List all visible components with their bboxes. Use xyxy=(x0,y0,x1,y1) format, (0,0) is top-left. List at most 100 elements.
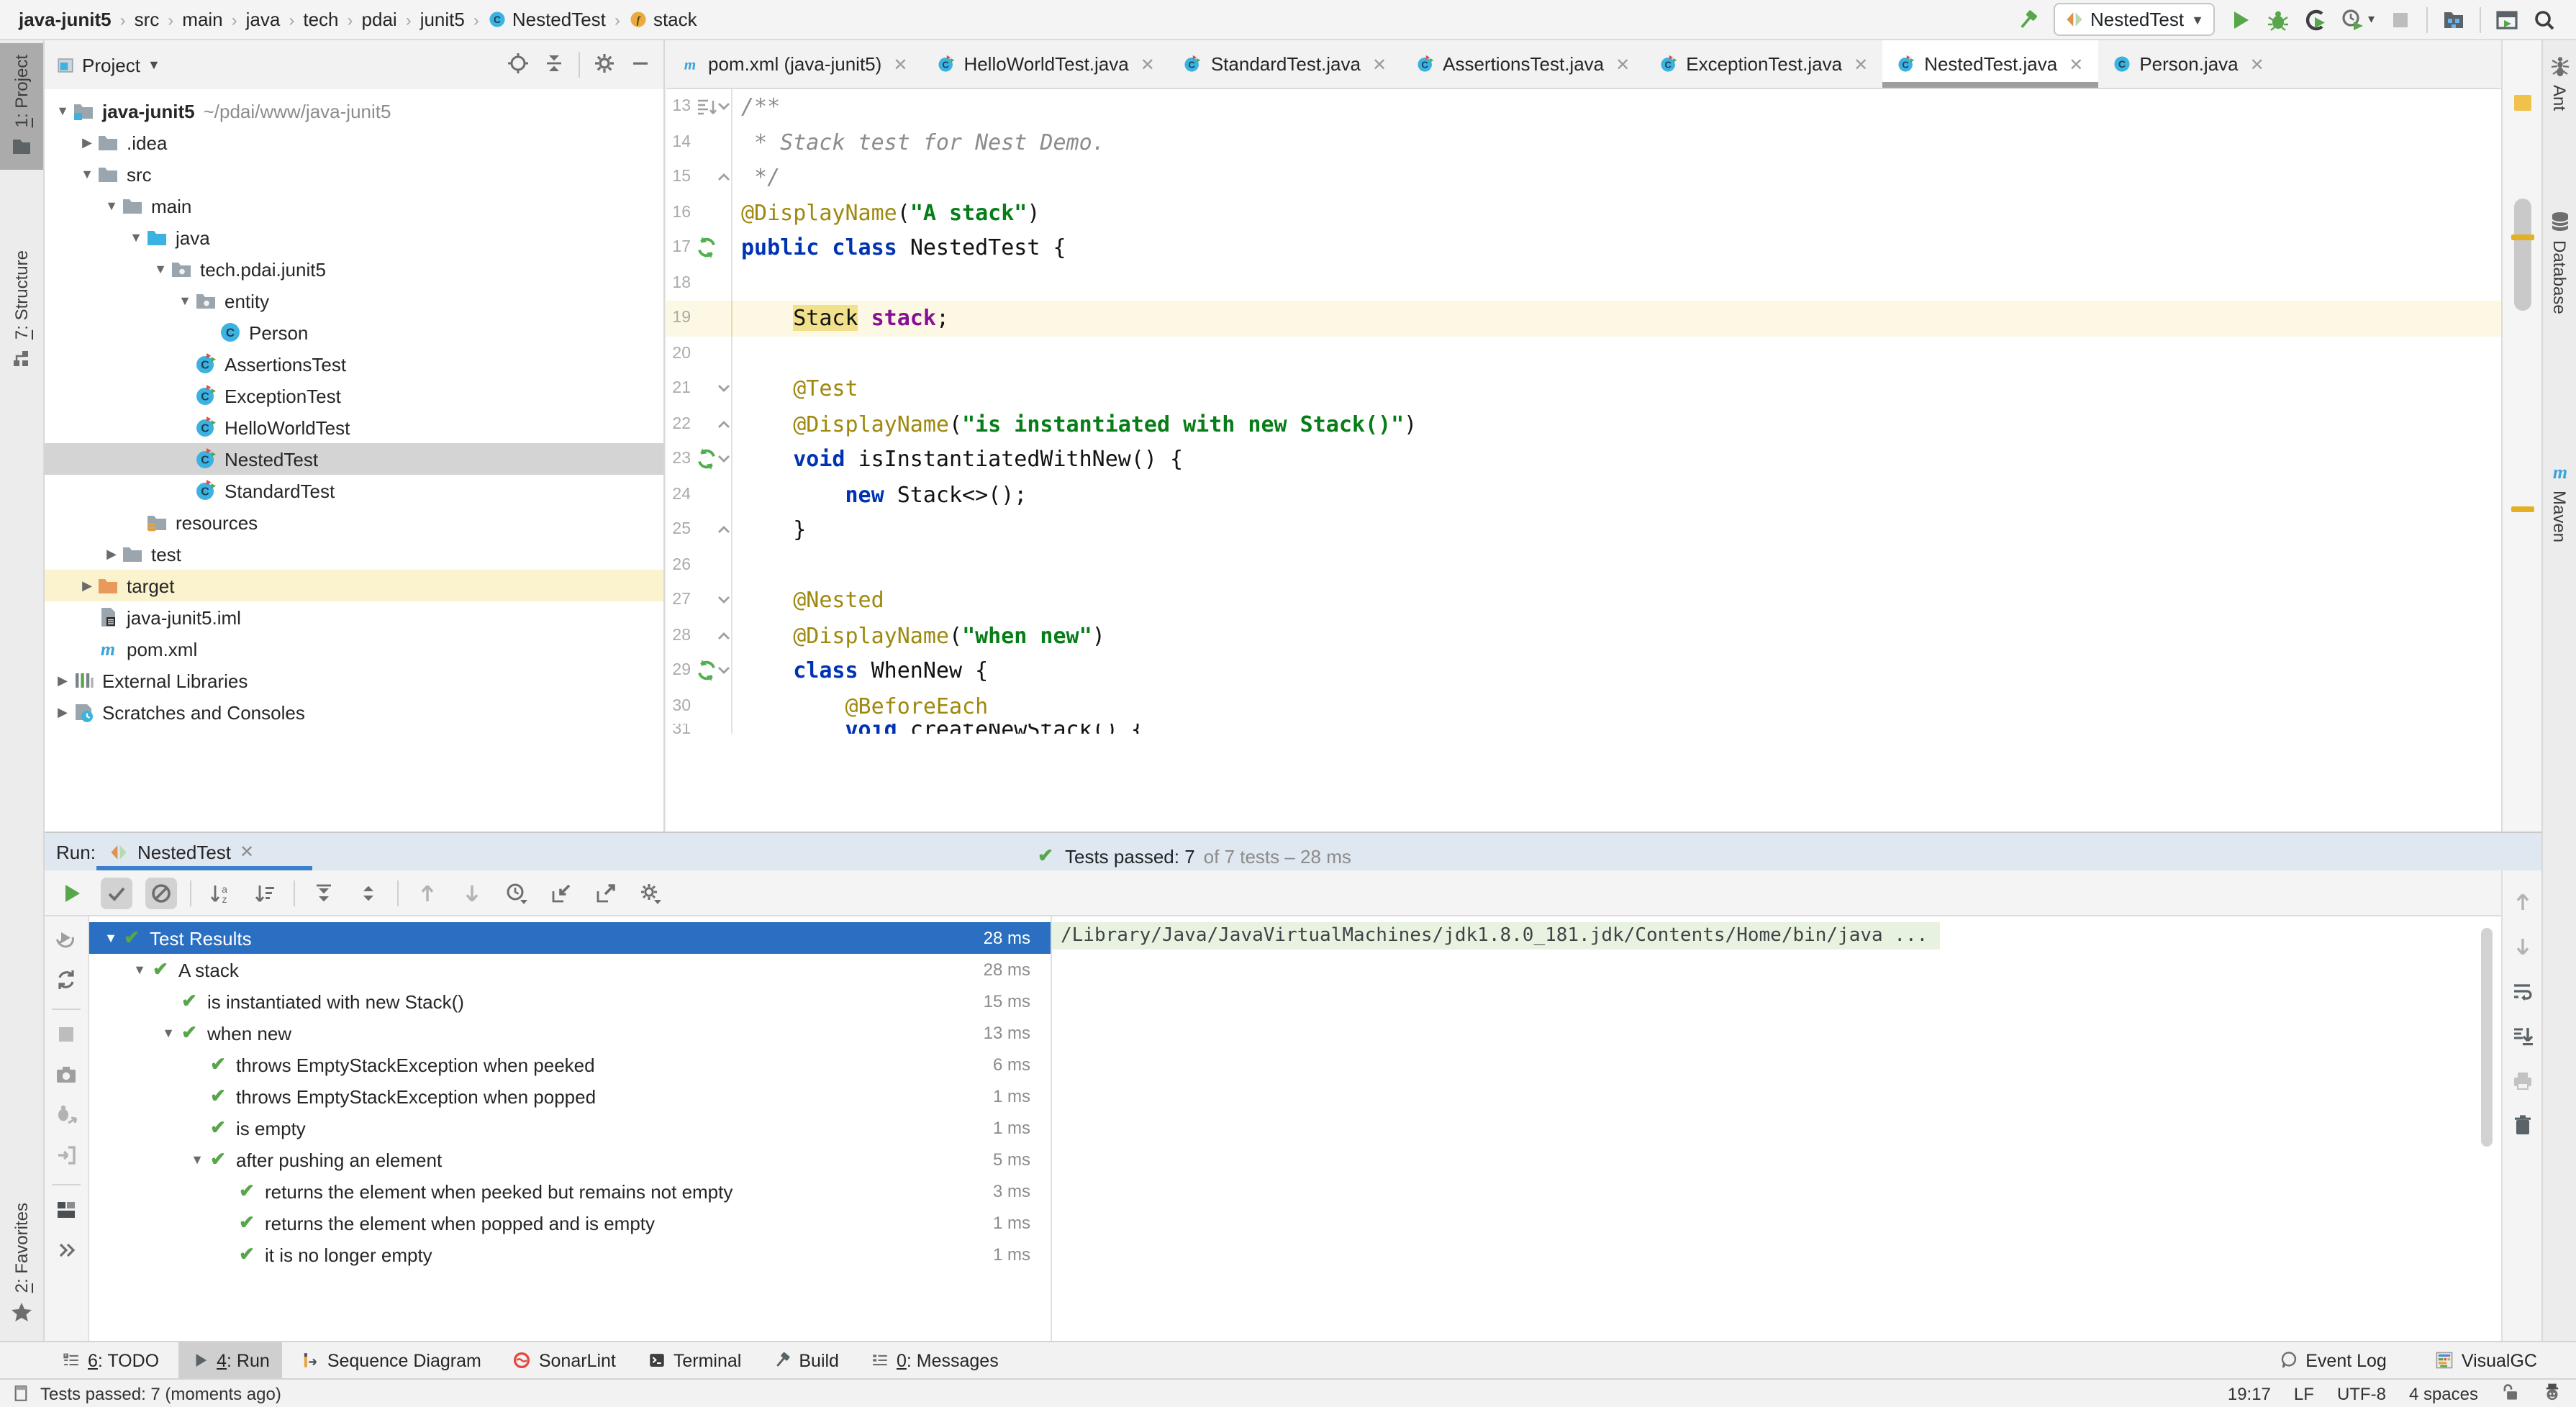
sort-dur-button[interactable] xyxy=(249,877,281,909)
close-icon[interactable]: ✕ xyxy=(1372,54,1387,74)
code-line[interactable]: 20 xyxy=(666,336,2501,371)
exit-button[interactable] xyxy=(55,1144,78,1171)
project-tree-item[interactable]: ▼ java-junit5 ~/pdai/www/java-junit5 xyxy=(45,95,663,127)
arrow-down-button[interactable] xyxy=(2511,935,2534,962)
trash-button[interactable] xyxy=(2511,1114,2534,1141)
code-line[interactable]: 26 xyxy=(666,547,2501,583)
tree-expand-icon[interactable]: ▶ xyxy=(53,673,72,688)
code-line[interactable]: 21 @Test xyxy=(666,371,2501,406)
test-result-row[interactable]: ▼ ✔ Test Results 28 ms xyxy=(89,922,1051,954)
collapse-all2-button[interactable] xyxy=(353,877,384,909)
breadcrumb-item[interactable]: fstack xyxy=(625,7,702,32)
code-line[interactable]: 15 */ xyxy=(666,160,2501,195)
fold-marker[interactable] xyxy=(717,519,731,542)
camera-button[interactable] xyxy=(55,1063,78,1090)
play-green-button[interactable] xyxy=(56,877,88,909)
gutter-run[interactable] xyxy=(695,237,717,260)
tree-expand-icon[interactable]: ▼ xyxy=(130,962,150,977)
project-tree-item[interactable]: ▶ .idea xyxy=(45,127,663,158)
expand-all-button[interactable] xyxy=(308,877,340,909)
build-button[interactable] xyxy=(2015,8,2038,31)
project-tree-item[interactable]: CHelloWorldTest xyxy=(45,411,663,443)
tool-button-event-log[interactable]: Event Log xyxy=(2267,1342,2400,1378)
layout-button[interactable] xyxy=(55,1198,78,1226)
breadcrumb-item[interactable]: java xyxy=(242,7,285,32)
close-icon[interactable]: ✕ xyxy=(893,54,907,74)
run-tab-nestedtest[interactable]: NestedTest ✕ xyxy=(110,841,254,862)
code-line[interactable]: 13 /** xyxy=(666,89,2501,124)
status-widget[interactable]: 19:17 xyxy=(2228,1383,2271,1403)
error-stripe-mark[interactable] xyxy=(2511,234,2534,240)
tree-expand-icon[interactable]: ▶ xyxy=(102,546,121,562)
locate-button[interactable] xyxy=(507,51,530,78)
run-with-coverage-button[interactable] xyxy=(2305,8,2328,31)
close-icon[interactable]: ✕ xyxy=(2250,54,2264,74)
fold-marker[interactable] xyxy=(717,166,731,189)
project-tree-item[interactable]: mpom.xml xyxy=(45,633,663,665)
status-widget[interactable]: LF xyxy=(2294,1383,2314,1403)
tool-stripe-2-favorites[interactable]: 2: Favorites xyxy=(0,1192,43,1335)
debug-button[interactable] xyxy=(2267,8,2290,31)
editor-tab[interactable]: CPerson.java ✕ xyxy=(2097,40,2278,88)
code-line[interactable]: 25 } xyxy=(666,512,2501,547)
tool-stripe-1-project[interactable]: 1: Project xyxy=(0,43,43,169)
tool-stripe-maven[interactable]: mMaven xyxy=(2543,460,2576,542)
tree-expand-icon[interactable]: ▼ xyxy=(151,262,170,276)
code-line[interactable]: 23 void isInstantiatedWithNew() { xyxy=(666,442,2501,477)
tree-expand-icon[interactable]: ▼ xyxy=(101,931,121,945)
tree-expand-icon[interactable]: ▼ xyxy=(176,293,194,308)
breadcrumb-item[interactable]: src xyxy=(130,7,164,32)
code-line[interactable]: 19 Stack stack; xyxy=(666,301,2501,336)
project-tree-item[interactable]: CExceptionTest xyxy=(45,380,663,411)
fold-marker[interactable] xyxy=(717,660,731,683)
profiler-button[interactable]: ▾ xyxy=(2342,8,2375,31)
editor-tab[interactable]: CNestedTest.java ✕ xyxy=(1882,40,2097,88)
chevR-button[interactable] xyxy=(55,1239,78,1266)
project-structure-button[interactable] xyxy=(2442,8,2465,31)
toggle-slash-button[interactable] xyxy=(145,877,177,909)
arrow-up-button[interactable] xyxy=(2511,891,2534,918)
project-tree-item[interactable]: ▶ External Libraries xyxy=(45,665,663,696)
breadcrumb-item[interactable]: CNestedTest xyxy=(484,7,610,32)
project-tree-item[interactable]: resources xyxy=(45,506,663,538)
project-tree-item[interactable]: ▼ src xyxy=(45,158,663,190)
code-line[interactable]: 27 @Nested xyxy=(666,583,2501,618)
breadcrumb-item[interactable]: tech xyxy=(299,7,343,32)
collapse-all-button[interactable] xyxy=(543,51,566,78)
console-scrollbar-thumb[interactable] xyxy=(2481,928,2493,1147)
editor-scrollbar-thumb[interactable] xyxy=(2514,199,2531,311)
test-result-row[interactable]: ✔ returns the element when peeked but re… xyxy=(89,1175,1051,1207)
project-tree-item[interactable]: CNestedTest xyxy=(45,443,663,475)
sort-az-button[interactable]: az xyxy=(204,877,236,909)
editor-tab[interactable]: CExceptionTest.java ✕ xyxy=(1644,40,1882,88)
tool-button-4-run[interactable]: 4: Run xyxy=(178,1342,283,1378)
close-icon[interactable]: ✕ xyxy=(1615,54,1630,74)
stop-button[interactable] xyxy=(2389,8,2412,31)
tree-expand-icon[interactable]: ▶ xyxy=(53,704,72,720)
import-res-button[interactable] xyxy=(545,877,577,909)
tool-button-sequence-diagram[interactable]: Sequence Diagram xyxy=(289,1342,494,1378)
error-stripe-mark[interactable] xyxy=(2514,95,2531,111)
test-result-row[interactable]: ▼ ✔ A stack 28 ms xyxy=(89,954,1051,985)
softwrap-button[interactable] xyxy=(2511,980,2534,1007)
project-tree-item[interactable]: ▼ entity xyxy=(45,285,663,317)
breadcrumb-item[interactable]: main xyxy=(178,7,227,32)
tool-button-terminal[interactable]: Terminal xyxy=(635,1342,755,1378)
code-line[interactable]: 22 @DisplayName("is instantiated with ne… xyxy=(666,406,2501,442)
tree-expand-icon[interactable]: ▼ xyxy=(53,104,72,118)
test-result-row[interactable]: ✔ returns the element when popped and is… xyxy=(89,1207,1051,1239)
tree-expand-icon[interactable]: ▼ xyxy=(127,230,145,245)
project-tree-item[interactable]: ▼ tech.pdai.junit5 xyxy=(45,253,663,285)
tree-expand-icon[interactable]: ▼ xyxy=(158,1026,178,1040)
tool-stripe-database[interactable]: Database xyxy=(2543,210,2576,314)
tool-button-6-todo[interactable]: 6: TODO xyxy=(49,1342,172,1378)
scroll-end-button[interactable] xyxy=(2511,1024,2534,1052)
arrow-up-button[interactable] xyxy=(412,877,443,909)
tree-expand-icon[interactable]: ▶ xyxy=(78,578,96,593)
test-result-row[interactable]: ✔ throws EmptyStackException when peeked… xyxy=(89,1049,1051,1080)
test-result-row[interactable]: ✔ it is no longer empty 1 ms xyxy=(89,1239,1051,1270)
editor-tab[interactable]: mpom.xml (java-junit5) ✕ xyxy=(666,40,922,88)
tool-stripe-ant[interactable]: Ant xyxy=(2543,55,2576,111)
status-widget[interactable]: UTF-8 xyxy=(2337,1383,2386,1403)
project-tree-item[interactable]: ▶ test xyxy=(45,538,663,570)
